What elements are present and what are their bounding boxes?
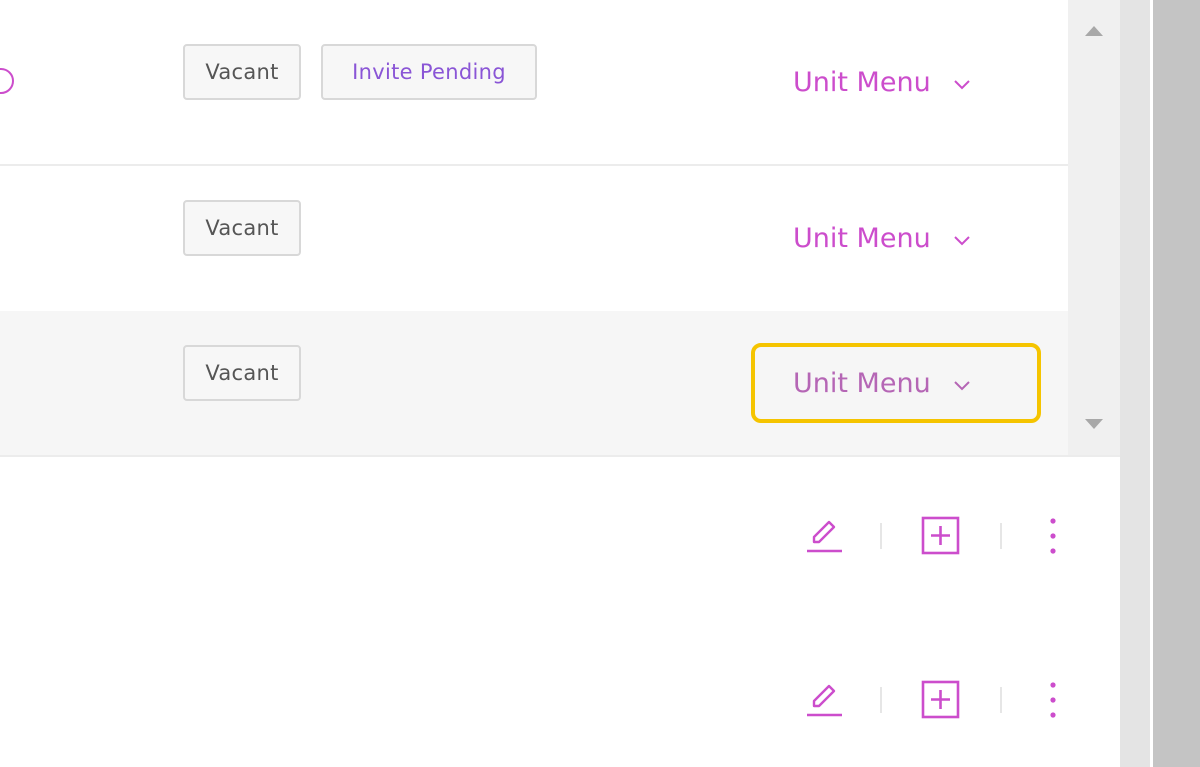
invite-pending-tag: Invite Pending [321,44,537,100]
edit-icon[interactable] [804,679,844,719]
unit-menu-dropdown[interactable]: Unit Menu [793,62,973,102]
page-frame: Vacant Invite Pending Unit Menu Vacant U… [0,0,1200,767]
add-box-icon[interactable] [921,680,961,720]
unit-row: Vacant Unit Menu [0,311,1068,455]
units-scroll-area[interactable]: Vacant Invite Pending Unit Menu Vacant U… [0,0,1120,455]
divider [1000,523,1002,549]
chevron-down-icon [951,71,973,93]
vacant-tag: Vacant [183,345,301,401]
page-scrollbar-thumb[interactable] [1153,0,1200,767]
divider [880,523,882,549]
more-vertical-icon[interactable] [1034,680,1074,720]
edit-icon[interactable] [804,515,844,555]
divider [1000,687,1002,713]
unit-menu-dropdown[interactable]: Unit Menu [793,218,973,258]
page-scrollbar-track[interactable] [1120,0,1150,767]
unit-menu-dropdown[interactable]: Unit Menu [793,363,973,403]
unit-row: Vacant Invite Pending Unit Menu [0,0,1068,166]
divider [880,687,882,713]
property-row [0,621,1120,767]
chevron-down-icon [951,227,973,249]
unit-menu-label: Unit Menu [793,367,931,399]
chevron-down-icon [951,372,973,394]
vacant-tag: Vacant [183,200,301,256]
scroll-down-arrow-icon[interactable] [1082,415,1106,435]
unit-status-icon [0,68,14,94]
unit-menu-label: Unit Menu [793,222,931,254]
unit-menu-label: Unit Menu [793,66,931,98]
property-row [0,457,1120,623]
vacant-tag: Vacant [183,44,301,100]
scroll-up-arrow-icon[interactable] [1082,20,1106,40]
unit-row: Vacant Unit Menu [0,166,1068,313]
more-vertical-icon[interactable] [1034,516,1074,556]
inner-scrollbar[interactable] [1068,0,1120,455]
add-box-icon[interactable] [921,516,961,556]
